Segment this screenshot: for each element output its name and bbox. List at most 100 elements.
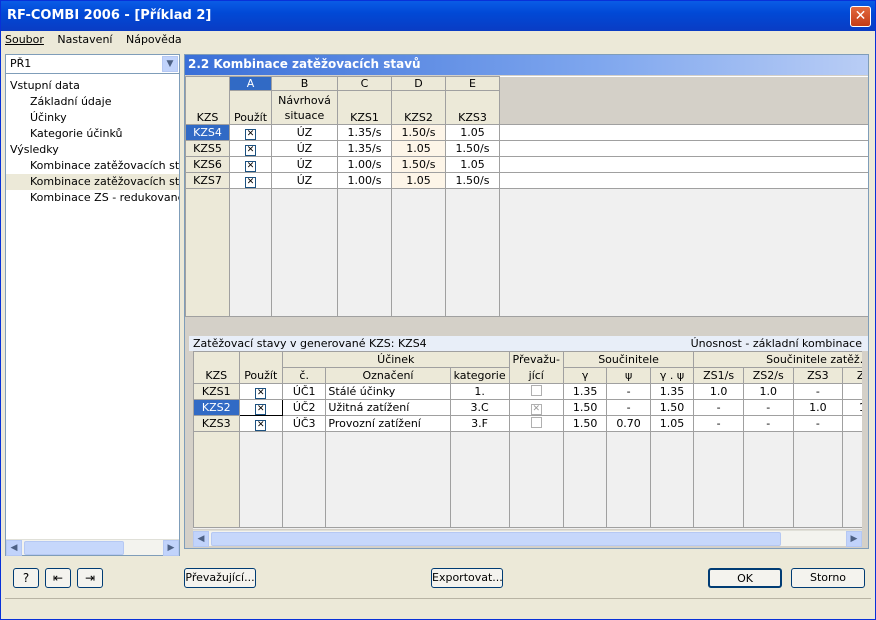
use-checkbox[interactable]: ✕ xyxy=(229,172,272,189)
row-header[interactable]: KZS7 xyxy=(185,172,230,189)
cell-oznaceni[interactable]: Provozní zatížení xyxy=(325,415,451,432)
cell-kzs2[interactable]: 1.05 xyxy=(391,140,446,157)
header-psi: ψ xyxy=(606,367,651,384)
table-row[interactable]: KZS7 ✕ ÚZ 1.00/s 1.05 1.50/s xyxy=(185,172,868,189)
cell-zs3[interactable]: 1.0 xyxy=(792,399,844,416)
tree-item-categories[interactable]: Kategorie účinků xyxy=(6,126,179,142)
tree-group-results[interactable]: Výsledky xyxy=(6,142,179,158)
cell-zs2[interactable]: - xyxy=(742,399,794,416)
cell-zs1[interactable]: 1.0 xyxy=(693,383,744,400)
export-button[interactable]: Exportovat... xyxy=(431,568,503,588)
cell-psi[interactable]: 0.70 xyxy=(606,415,651,432)
tree-group-input[interactable]: Vstupní data xyxy=(6,78,179,94)
cell-zs4[interactable]: - xyxy=(842,415,862,432)
cell-zs2[interactable]: 1.0 xyxy=(742,383,794,400)
tree-item-reduced[interactable]: Kombinace ZS - redukované xyxy=(6,190,179,206)
cell-oznaceni[interactable]: Užitná zatížení xyxy=(325,399,451,416)
prevazujici-checkbox[interactable]: ✕ xyxy=(508,399,564,416)
scroll-right-icon[interactable]: ▶ xyxy=(846,531,862,547)
tree-item-effects[interactable]: Účinky xyxy=(6,110,179,126)
export-icon[interactable]: ⇥ xyxy=(77,568,103,588)
cell-kzs3[interactable]: 1.50/s xyxy=(445,140,500,157)
table-row[interactable]: KZS5 ✕ ÚZ 1.35/s 1.05 1.50/s xyxy=(185,140,868,157)
ok-button[interactable]: OK xyxy=(708,568,782,588)
row-header[interactable]: KZS2 xyxy=(193,399,240,416)
cell-kzs3[interactable]: 1.50/s xyxy=(445,172,500,189)
use-checkbox[interactable]: ✕ xyxy=(229,124,272,141)
cell-gamma-psi[interactable]: 1.05 xyxy=(649,415,695,432)
cell-kzs1[interactable]: 1.35/s xyxy=(337,124,392,141)
prevazujici-button[interactable]: Převažující... xyxy=(184,568,256,588)
cell-kzs1[interactable]: 1.00/s xyxy=(337,156,392,173)
tree-item-combinations-2[interactable]: Kombinace zatěžovacích stavů xyxy=(6,174,179,190)
scroll-left-icon[interactable]: ◀ xyxy=(6,540,22,556)
help-icon[interactable]: ? xyxy=(13,568,39,588)
row-header[interactable]: KZS6 xyxy=(185,156,230,173)
cell-gamma-psi[interactable]: 1.35 xyxy=(649,383,695,400)
cell-kzs2[interactable]: 1.50/s xyxy=(391,156,446,173)
scroll-thumb[interactable] xyxy=(211,532,781,546)
table-row[interactable]: KZS4 ✕ ÚZ 1.35/s 1.50/s 1.05 xyxy=(185,124,868,141)
prevazujici-checkbox[interactable] xyxy=(508,415,564,432)
use-checkbox[interactable]: ✕ xyxy=(229,140,272,157)
tree-item-basic[interactable]: Základní údaje xyxy=(6,94,179,110)
cell-zs3[interactable]: - xyxy=(792,415,844,432)
cell-gamma[interactable]: 1.50 xyxy=(562,415,608,432)
cell-gamma-psi[interactable]: 1.50 xyxy=(649,399,695,416)
close-button[interactable]: ✕ xyxy=(850,6,871,27)
cell-zs1[interactable]: - xyxy=(693,415,744,432)
cell-situace[interactable]: ÚZ xyxy=(271,172,338,189)
prevazujici-checkbox[interactable] xyxy=(508,383,564,400)
table-row[interactable]: KZS2 ✕ ÚČ2 Užitná zatížení 3.C ✕ 1.50 - … xyxy=(193,399,862,416)
use-checkbox[interactable]: ✕ xyxy=(238,383,283,400)
use-checkbox[interactable]: ✕ xyxy=(229,156,272,173)
cell-c[interactable]: ÚČ3 xyxy=(281,415,327,432)
cell-zs3[interactable]: - xyxy=(792,383,844,400)
cell-kzs1[interactable]: 1.00/s xyxy=(337,172,392,189)
row-header[interactable]: KZS4 xyxy=(185,124,230,141)
cell-psi[interactable]: - xyxy=(606,399,651,416)
cell-kzs3[interactable]: 1.05 xyxy=(445,124,500,141)
cell-gamma[interactable]: 1.50 xyxy=(562,399,608,416)
cell-kategorie[interactable]: 3.F xyxy=(449,415,510,432)
cell-c[interactable]: ÚČ1 xyxy=(281,383,327,400)
table-row[interactable]: KZS3 ✕ ÚČ3 Provozní zatížení 3.F 1.50 0.… xyxy=(193,415,862,432)
cell-gamma[interactable]: 1.35 xyxy=(562,383,608,400)
scroll-right-icon[interactable]: ▶ xyxy=(163,540,179,556)
scroll-left-icon[interactable]: ◀ xyxy=(193,531,209,547)
table-row[interactable]: KZS1 ✕ ÚČ1 Stálé účinky 1. 1.35 - 1.35 1… xyxy=(193,383,862,400)
cell-zs1[interactable]: - xyxy=(693,399,744,416)
menu-help[interactable]: Nápověda xyxy=(126,33,182,46)
menu-settings[interactable]: Nastavení xyxy=(57,33,112,46)
cell-psi[interactable]: - xyxy=(606,383,651,400)
cell-zs4[interactable]: - xyxy=(842,383,862,400)
use-checkbox[interactable]: ✕ xyxy=(238,399,283,416)
cancel-button[interactable]: Storno xyxy=(791,568,865,588)
row-header[interactable]: KZS5 xyxy=(185,140,230,157)
cell-situace[interactable]: ÚZ xyxy=(271,124,338,141)
row-header[interactable]: KZS1 xyxy=(193,383,240,400)
cell-c[interactable]: ÚČ2 xyxy=(281,399,327,416)
cell-kategorie[interactable]: 3.C xyxy=(449,399,510,416)
detail-scrollbar[interactable]: ◀ ▶ xyxy=(193,530,862,547)
tree-item-combinations-1[interactable]: Kombinace zatěžovacích stavů xyxy=(6,158,179,174)
cell-zs2[interactable]: - xyxy=(742,415,794,432)
import-icon[interactable]: ⇤ xyxy=(45,568,71,588)
cell-situace[interactable]: ÚZ xyxy=(271,140,338,157)
cell-kzs1[interactable]: 1.35/s xyxy=(337,140,392,157)
cell-oznaceni[interactable]: Stálé účinky xyxy=(325,383,451,400)
cell-kzs3[interactable]: 1.05 xyxy=(445,156,500,173)
table-row[interactable]: KZS6 ✕ ÚZ 1.00/s 1.50/s 1.05 xyxy=(185,156,868,173)
use-checkbox[interactable]: ✕ xyxy=(238,415,283,432)
navigator-scrollbar[interactable]: ◀ ▶ xyxy=(6,539,179,556)
cell-kategorie[interactable]: 1. xyxy=(449,383,510,400)
row-header[interactable]: KZS3 xyxy=(193,415,240,432)
cell-situace[interactable]: ÚZ xyxy=(271,156,338,173)
case-select[interactable]: PŘ1 ▼ xyxy=(5,54,180,74)
menu-file[interactable]: Soubor xyxy=(5,33,44,46)
scroll-thumb[interactable] xyxy=(24,541,124,555)
cell-kzs2[interactable]: 1.05 xyxy=(391,172,446,189)
chevron-down-icon[interactable]: ▼ xyxy=(162,56,178,72)
cell-zs4[interactable]: 1.0 xyxy=(842,399,862,416)
cell-kzs2[interactable]: 1.50/s xyxy=(391,124,446,141)
